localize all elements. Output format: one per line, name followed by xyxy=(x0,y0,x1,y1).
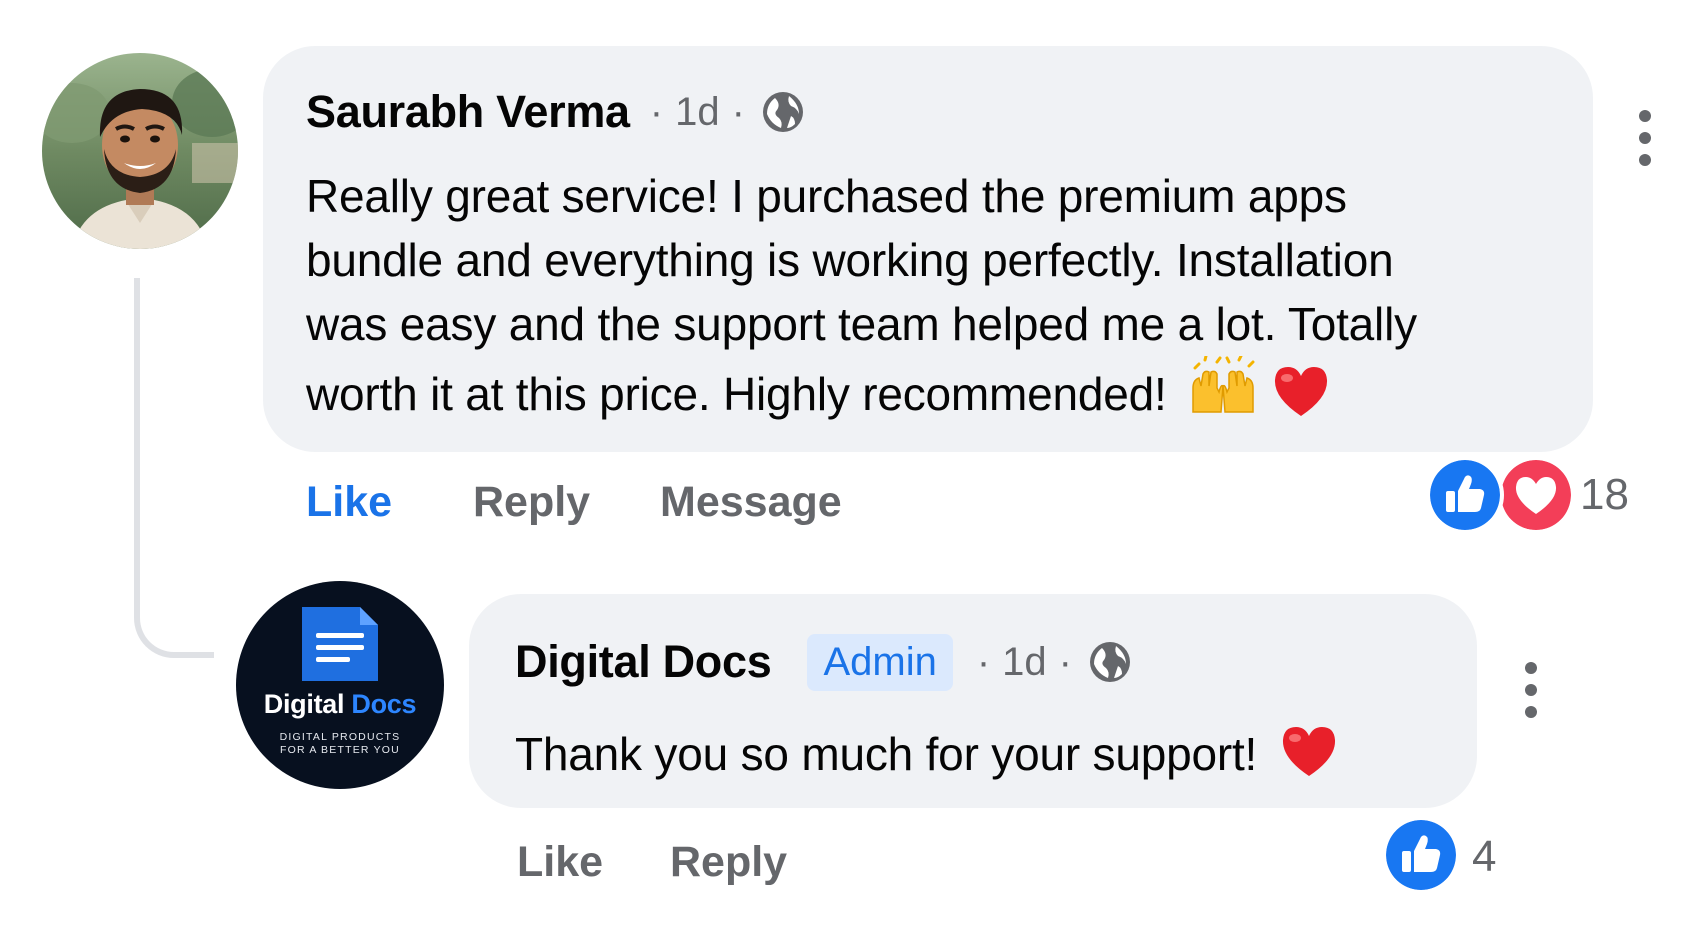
comment-body: Really great service! I purchased the pr… xyxy=(306,164,1576,426)
love-reaction-icon xyxy=(1497,456,1575,534)
reply-more-options-icon[interactable] xyxy=(1519,658,1543,722)
comment-more-options-icon[interactable] xyxy=(1633,106,1657,170)
globe-icon xyxy=(762,92,803,132)
user-avatar[interactable] xyxy=(42,53,238,249)
comment-text-line: Really great service! I purchased the pr… xyxy=(306,170,1347,222)
comment-header: Saurabh Verma · 1d · xyxy=(306,80,805,144)
reply-author-name[interactable]: Digital Docs xyxy=(515,636,772,688)
comment-text-line: bundle and everything is working perfect… xyxy=(306,234,1394,286)
reply-header: Digital Docs Admin · 1d · xyxy=(515,630,1132,694)
brand-tagline: DIGITAL PRODUCTS FOR A BETTER YOU xyxy=(236,731,444,757)
raising-hands-emoji-icon xyxy=(1192,356,1255,413)
digital-docs-avatar[interactable]: Digital Docs DIGITAL PRODUCTS FOR A BETT… xyxy=(236,581,444,789)
red-heart-emoji-icon xyxy=(1274,367,1327,416)
comment-text-line: was easy and the support team helped me … xyxy=(306,298,1417,350)
separator-dot: · xyxy=(649,89,664,134)
red-heart-emoji-icon xyxy=(1282,727,1335,776)
comment-text-line: worth it at this price. Highly recommend… xyxy=(306,368,1167,420)
user-avatar-image xyxy=(42,53,238,249)
comment-thread: Saurabh Verma · 1d · Really great servic… xyxy=(0,0,1692,930)
brand-logo-wordmark: Digital Docs xyxy=(236,689,444,720)
brand-tagline-line: DIGITAL PRODUCTS xyxy=(279,731,401,743)
globe-icon xyxy=(1090,642,1130,682)
comment-timestamp[interactable]: 1d xyxy=(675,90,720,135)
reply-timestamp[interactable]: 1d xyxy=(1002,640,1047,685)
comment-text-line-last: worth it at this price. Highly recommend… xyxy=(306,356,1576,426)
comment-reaction-count: 18 xyxy=(1580,470,1629,519)
thread-connector-line xyxy=(134,278,214,658)
brand-name-part2: Docs xyxy=(351,689,417,719)
comment-author-name[interactable]: Saurabh Verma xyxy=(306,86,630,138)
brand-name-part1: Digital xyxy=(263,689,345,719)
comment-like-button[interactable]: Like xyxy=(306,478,392,527)
document-logo-icon xyxy=(302,607,378,681)
like-reaction-icon xyxy=(1426,456,1504,534)
reply-like-button[interactable]: Like xyxy=(517,838,603,887)
reply-reaction-count: 4 xyxy=(1472,832,1497,881)
admin-badge: Admin xyxy=(807,633,953,691)
separator-dot: · xyxy=(731,89,745,134)
comment-message-button[interactable]: Message xyxy=(660,478,842,527)
separator-dot: · xyxy=(1058,639,1072,684)
reply-body: Thank you so much for your support! xyxy=(515,722,1455,786)
brand-tagline-line: FOR A BETTER YOU xyxy=(280,744,400,756)
separator-dot: · xyxy=(976,639,991,684)
like-reaction-icon xyxy=(1382,816,1460,894)
reply-reply-button[interactable]: Reply xyxy=(670,838,787,887)
comment-reply-button[interactable]: Reply xyxy=(473,478,590,527)
reply-text: Thank you so much for your support! xyxy=(515,728,1258,780)
